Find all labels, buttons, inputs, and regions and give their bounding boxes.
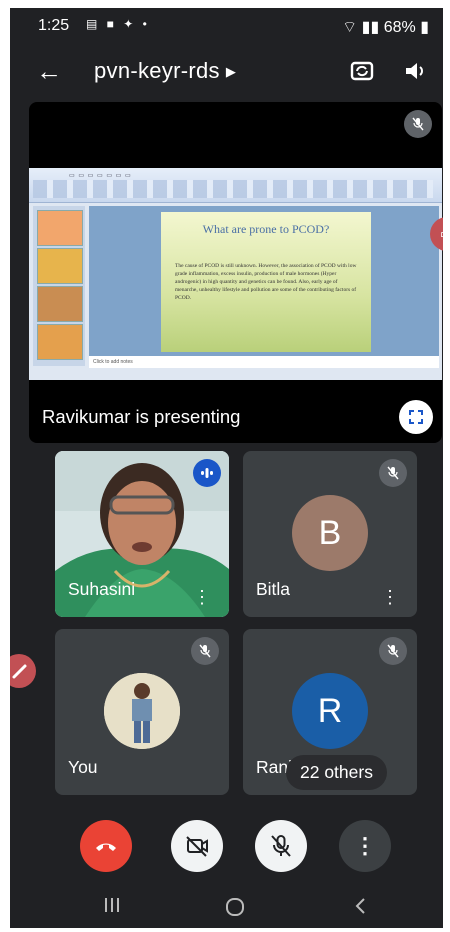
ribbon-tabs: ▭ ▭ ▭ ▭ ▭ ▭ ▭: [69, 173, 132, 179]
participant-name: Bitla: [256, 579, 291, 599]
more-vert-icon: ⋮: [354, 833, 376, 858]
slide-thumbnail: [37, 210, 83, 246]
status-time: 1:25: [38, 17, 70, 34]
more-options-button[interactable]: ⋮: [339, 820, 391, 872]
status-right: ⌔ ▮▮ 68% ▮: [342, 17, 429, 37]
slide-body: The cause of PCOD is still unknown. Howe…: [175, 263, 357, 301]
meeting-code-title[interactable]: pvn-keyr-rds ▶: [94, 58, 236, 84]
more-options-icon[interactable]: ⋮: [193, 588, 211, 606]
app-ribbon: ▭ ▭ ▭ ▭ ▭ ▭ ▭: [29, 168, 442, 203]
pen-icon: [12, 664, 27, 679]
hang-up-icon: [96, 843, 116, 851]
participant-tile-you[interactable]: You: [55, 629, 229, 795]
presenter-mic-muted: [404, 110, 432, 138]
phone-screen: 1:25 ▤ ■ ✦ • ⌔ ▮▮ 68% ▮ ← pvn-keyr-rds ▶: [10, 8, 443, 928]
audio-wave-icon: [201, 468, 213, 478]
slide-thumbnail: [37, 324, 83, 360]
mic-off-icon: [199, 644, 211, 658]
avatar: [104, 673, 180, 749]
switch-camera-icon[interactable]: [348, 57, 376, 85]
status-notification-icons: ▤ ■ ✦ •: [86, 17, 150, 31]
wifi-icon: ⌔: [342, 19, 358, 36]
slide-title: What are prone to PCOD?: [202, 222, 330, 236]
mic-off-icon: [412, 117, 424, 131]
status-bar: 1:25 ▤ ■ ✦ • ⌔ ▮▮ 68% ▮: [10, 8, 443, 42]
fullscreen-icon: [409, 410, 423, 424]
avatar: R: [292, 673, 368, 749]
recent-apps-icon[interactable]: [102, 896, 122, 919]
camera-off-icon: [186, 836, 208, 857]
back-arrow-icon[interactable]: ←: [36, 56, 62, 87]
annotate-button[interactable]: [10, 654, 36, 688]
caret-right-icon: ▶: [225, 64, 237, 80]
system-nav-bar: [10, 888, 443, 928]
signal-icon: ▮▮: [361, 19, 380, 36]
participant-tile-suhasini[interactable]: Suhasini ⋮: [55, 451, 229, 617]
profile-photo: [104, 673, 180, 749]
presentation-tile[interactable]: ▭ ▭ ▭ ▭ ▭ ▭ ▭ What are prone to PCOD? Th…: [29, 102, 442, 443]
shared-screen: ▭ ▭ ▭ ▭ ▭ ▭ ▭ What are prone to PCOD? Th…: [29, 168, 442, 380]
fullscreen-button[interactable]: [399, 400, 433, 434]
participant-name: Suhasini: [68, 579, 136, 599]
participant-mic-muted: [191, 637, 219, 665]
slide-thumbnail: [37, 286, 83, 322]
meeting-code: pvn-keyr-rds: [94, 58, 220, 83]
back-icon[interactable]: [352, 896, 368, 921]
notes-placeholder: Click to add notes: [93, 359, 133, 365]
speaker-icon[interactable]: [402, 57, 430, 85]
notes-pane: Click to add notes: [89, 356, 439, 368]
meeting-top-bar: ← pvn-keyr-rds ▶: [10, 52, 443, 96]
battery-level: 68%: [383, 19, 416, 36]
mic-off-icon: [387, 644, 399, 658]
presenter-label: Ravikumar is presenting: [42, 406, 241, 427]
battery-icon: ▮: [420, 19, 429, 36]
participant-tile-bitla[interactable]: B Bitla ⋮: [243, 451, 417, 617]
slide-thumbnails: [33, 206, 85, 366]
mic-toggle-button[interactable]: [255, 820, 307, 872]
participant-mic-muted: [379, 637, 407, 665]
mic-off-icon: [387, 466, 399, 480]
speaking-indicator: [193, 459, 221, 487]
slide-thumbnail: [37, 248, 83, 284]
participant-mic-muted: [379, 459, 407, 487]
end-call-button[interactable]: [80, 820, 132, 872]
panel-icon: ▭: [440, 226, 443, 242]
ribbon-buttons: [33, 180, 433, 198]
others-count-chip[interactable]: 22 others: [286, 755, 387, 790]
mic-off-icon: [271, 835, 291, 857]
home-icon[interactable]: [224, 896, 246, 923]
camera-toggle-button[interactable]: [171, 820, 223, 872]
more-options-icon[interactable]: ⋮: [381, 588, 399, 606]
participant-name: You: [68, 757, 98, 777]
slide: What are prone to PCOD? The cause of PCO…: [161, 212, 371, 352]
slide-canvas: What are prone to PCOD? The cause of PCO…: [89, 206, 439, 356]
avatar: B: [292, 495, 368, 571]
